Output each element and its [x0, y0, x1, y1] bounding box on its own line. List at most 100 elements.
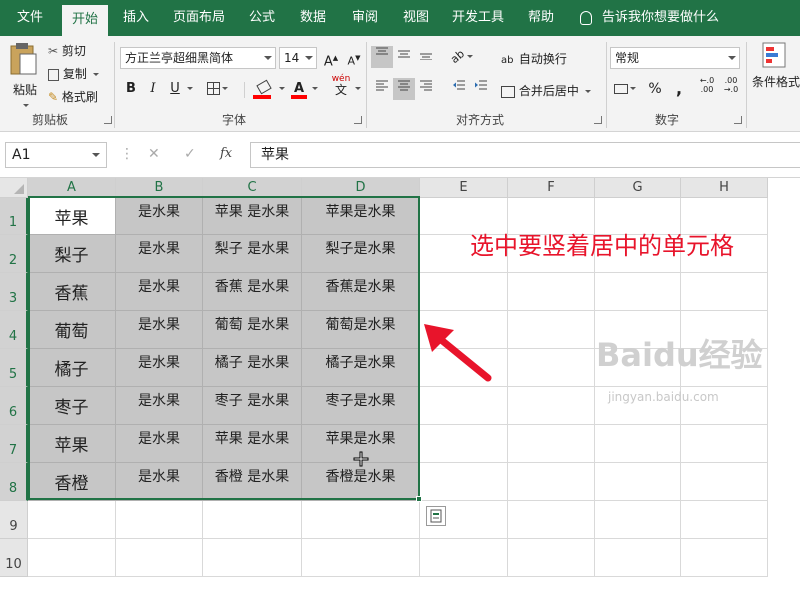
row-header-1[interactable]: 1 — [0, 198, 28, 235]
tab-developer[interactable]: 开发工具 — [446, 0, 510, 36]
cell-e7[interactable] — [420, 425, 508, 463]
tab-insert[interactable]: 插入 — [114, 0, 158, 36]
row-header-4[interactable]: 4 — [0, 311, 28, 349]
cell-d10[interactable] — [302, 539, 420, 577]
cell-b6[interactable]: 是水果 — [116, 387, 203, 425]
cell-d3[interactable]: 香蕉是水果 — [302, 273, 420, 311]
orientation-icon[interactable]: ab — [448, 46, 476, 68]
cell-f10[interactable] — [508, 539, 595, 577]
column-header-d[interactable]: D — [302, 178, 420, 198]
cell-d1[interactable]: 苹果是水果 — [302, 198, 420, 235]
column-header-a[interactable]: A — [28, 178, 116, 198]
tell-me-search[interactable]: 告诉我你想要做什么 — [580, 0, 719, 36]
cell-e10[interactable] — [420, 539, 508, 577]
fill-color-icon[interactable] — [250, 78, 278, 100]
alignment-launcher-icon[interactable] — [594, 116, 602, 124]
cell-g10[interactable] — [595, 539, 681, 577]
cell-h8[interactable] — [681, 463, 768, 501]
align-left-icon[interactable] — [371, 78, 393, 100]
cell-c2[interactable]: 梨子 是水果 — [203, 235, 302, 273]
column-header-h[interactable]: H — [681, 178, 768, 198]
decrease-decimal-icon[interactable]: .00 →.0 — [720, 76, 742, 98]
font-color-dropdown[interactable] — [309, 78, 319, 100]
underline-button[interactable]: U — [164, 78, 186, 100]
quick-analysis-icon[interactable] — [426, 506, 446, 526]
tab-review[interactable]: 审阅 — [344, 0, 386, 36]
comma-button[interactable]: , — [668, 78, 690, 100]
row-header-5[interactable]: 5 — [0, 349, 28, 387]
cell-c8[interactable]: 香橙 是水果 — [203, 463, 302, 501]
cell-a6[interactable]: 枣子 — [28, 387, 116, 425]
underline-dropdown[interactable] — [184, 78, 194, 100]
conditional-format-button[interactable]: 条件格式 — [752, 42, 800, 90]
row-header-2[interactable]: 2 — [0, 235, 28, 273]
cell-e8[interactable] — [420, 463, 508, 501]
increase-decimal-icon[interactable]: ←.0.00 — [696, 76, 718, 98]
fill-color-dropdown[interactable] — [276, 78, 286, 100]
cell-g7[interactable] — [595, 425, 681, 463]
cell-c10[interactable] — [203, 539, 302, 577]
cell-f3[interactable] — [508, 273, 595, 311]
tab-help[interactable]: 帮助 — [520, 0, 562, 36]
cell-c9[interactable] — [203, 501, 302, 539]
italic-button[interactable]: I — [142, 78, 164, 100]
cell-h9[interactable] — [681, 501, 768, 539]
phonetic-dropdown[interactable] — [352, 78, 362, 100]
cell-a7[interactable]: 苹果 — [28, 425, 116, 463]
cell-c5[interactable]: 橘子 是水果 — [203, 349, 302, 387]
increase-font-icon[interactable]: A▲ — [320, 47, 342, 69]
row-header-10[interactable]: 10 — [0, 539, 28, 577]
align-bottom-icon[interactable] — [415, 46, 437, 68]
cell-c6[interactable]: 枣子 是水果 — [203, 387, 302, 425]
tab-formulas[interactable]: 公式 — [242, 0, 282, 36]
cell-a5[interactable]: 橘子 — [28, 349, 116, 387]
column-header-e[interactable]: E — [420, 178, 508, 198]
insert-function-icon[interactable]: fx — [220, 146, 232, 161]
font-launcher-icon[interactable] — [354, 116, 362, 124]
tab-page-layout[interactable]: 页面布局 — [166, 0, 232, 36]
formula-input[interactable]: 苹果 — [250, 142, 800, 168]
clipboard-launcher-icon[interactable] — [104, 116, 112, 124]
cell-a2[interactable]: 梨子 — [28, 235, 116, 273]
increase-indent-icon[interactable] — [470, 78, 492, 100]
borders-icon[interactable] — [206, 78, 228, 100]
column-header-g[interactable]: G — [595, 178, 681, 198]
cell-b4[interactable]: 是水果 — [116, 311, 203, 349]
copy-button[interactable]: 复制 — [48, 65, 99, 83]
cell-h10[interactable] — [681, 539, 768, 577]
cell-d9[interactable] — [302, 501, 420, 539]
column-header-b[interactable]: B — [116, 178, 203, 198]
enter-icon[interactable]: ✓ — [184, 146, 196, 162]
cell-a8[interactable]: 香橙 — [28, 463, 116, 501]
font-color-icon[interactable]: A — [288, 78, 310, 100]
align-middle-icon[interactable] — [393, 46, 415, 68]
cell-b9[interactable] — [116, 501, 203, 539]
cut-button[interactable]: ✂ 剪切 — [48, 42, 86, 60]
row-header-8[interactable]: 8 — [0, 463, 28, 501]
format-painter-button[interactable]: ✎ 格式刷 — [48, 88, 98, 106]
row-header-7[interactable]: 7 — [0, 425, 28, 463]
cell-g8[interactable] — [595, 463, 681, 501]
cell-e3[interactable] — [420, 273, 508, 311]
cell-a10[interactable] — [28, 539, 116, 577]
cell-b10[interactable] — [116, 539, 203, 577]
name-box[interactable]: A1 — [5, 142, 107, 168]
wrap-text-button[interactable]: ab 自动换行 — [501, 50, 567, 67]
cell-g3[interactable] — [595, 273, 681, 311]
decrease-font-icon[interactable]: A▼ — [343, 47, 365, 69]
cell-a3[interactable]: 香蕉 — [28, 273, 116, 311]
row-header-3[interactable]: 3 — [0, 273, 28, 311]
tab-data[interactable]: 数据 — [292, 0, 334, 36]
cell-f8[interactable] — [508, 463, 595, 501]
decrease-indent-icon[interactable] — [448, 78, 470, 100]
currency-icon[interactable] — [610, 78, 640, 100]
phonetic-guide-icon[interactable]: wén 文 — [330, 74, 352, 96]
cell-d6[interactable]: 枣子是水果 — [302, 387, 420, 425]
number-launcher-icon[interactable] — [734, 116, 742, 124]
cell-f6[interactable] — [508, 387, 595, 425]
cell-e6[interactable] — [420, 387, 508, 425]
cell-b2[interactable]: 是水果 — [116, 235, 203, 273]
cancel-icon[interactable]: ✕ — [148, 146, 160, 162]
align-top-icon[interactable] — [371, 46, 393, 68]
cell-a9[interactable] — [28, 501, 116, 539]
